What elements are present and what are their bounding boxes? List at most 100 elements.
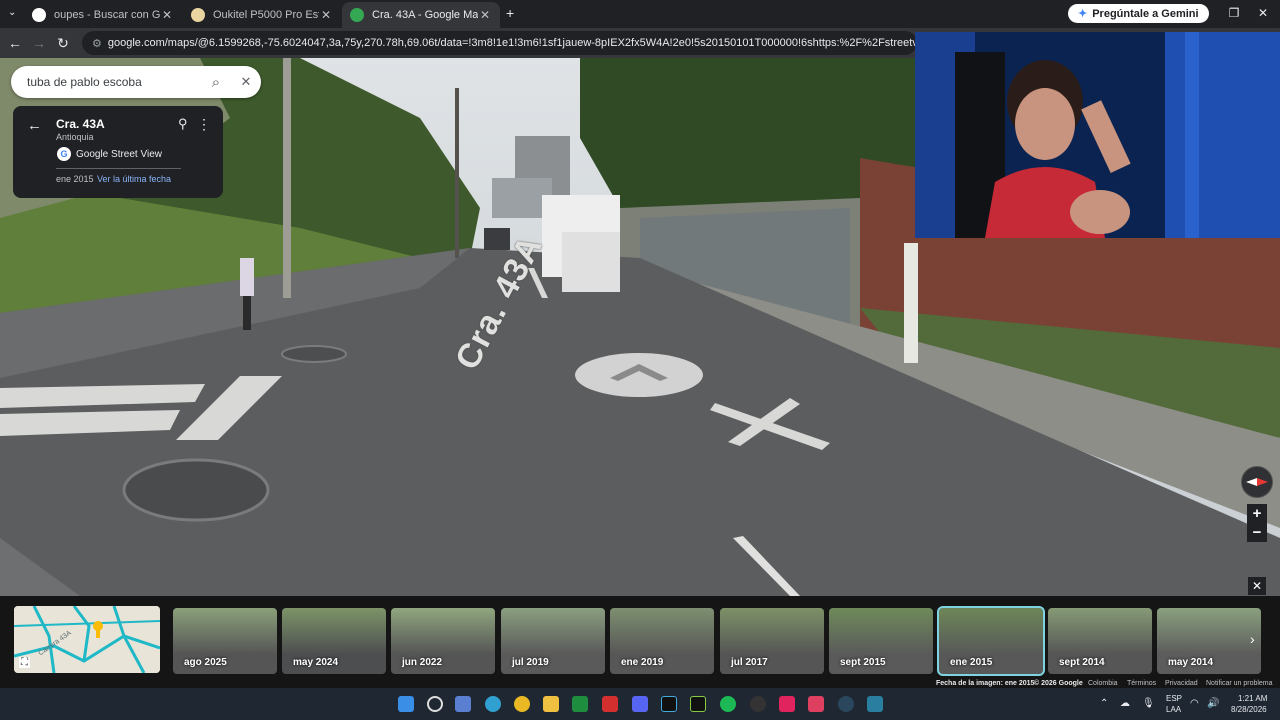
thumb-date: may 2014: [1168, 657, 1214, 668]
site-favicon-icon: [191, 8, 205, 22]
back-button[interactable]: ←: [6, 34, 24, 52]
tab-title: Cra. 43A - Google Maps: [372, 9, 478, 21]
minimap[interactable]: Carrera 43A ⛶: [14, 606, 160, 673]
microphone-icon[interactable]: 🎙: [1142, 698, 1155, 709]
file-explorer-icon[interactable]: [543, 696, 559, 712]
forward-button[interactable]: →: [30, 34, 48, 52]
location-card: ← Cra. 43A Antioquia ⚲ ⋮ G Google Street…: [13, 106, 223, 198]
divider: [56, 168, 181, 169]
language-indicator[interactable]: ESP: [1166, 694, 1182, 703]
tab-search-icon[interactable]: ⌄: [8, 7, 16, 18]
timeline-thumb[interactable]: sept 2015: [829, 608, 933, 674]
app-icon[interactable]: [690, 696, 706, 712]
language-layout[interactable]: LAA: [1166, 705, 1181, 714]
tab-google-maps[interactable]: Cra. 43A - Google Maps ✕: [342, 2, 500, 28]
acrobat-icon[interactable]: [602, 696, 618, 712]
edge-icon[interactable]: [485, 696, 501, 712]
restore-icon[interactable]: ❐: [1224, 6, 1244, 20]
search-icon[interactable]: [427, 696, 443, 712]
app-icon[interactable]: [808, 696, 824, 712]
privacy-link[interactable]: Privacidad: [1165, 680, 1198, 687]
search-box[interactable]: tuba de pablo escoba ⌕ ✕: [11, 66, 261, 98]
timeline-thumb[interactable]: jul 2019: [501, 608, 605, 674]
street-view-source: G Google Street View: [57, 147, 162, 161]
chrome-icon[interactable]: [514, 696, 530, 712]
wifi-icon[interactable]: ◠: [1190, 698, 1199, 709]
more-options-icon[interactable]: ⋮: [197, 116, 211, 133]
chevron-up-icon[interactable]: ⌃: [1100, 698, 1108, 709]
tiktok-icon[interactable]: [779, 696, 795, 712]
webcam-overlay: [915, 32, 1280, 238]
discord-icon[interactable]: [632, 696, 648, 712]
country-link[interactable]: Colombia: [1088, 680, 1118, 687]
timeline-thumb[interactable]: jun 2022: [391, 608, 495, 674]
expand-icon[interactable]: ⛶: [19, 657, 30, 668]
close-timeline-button[interactable]: ✕: [1248, 577, 1266, 595]
capture-date: ene 2015: [56, 174, 94, 184]
report-link[interactable]: Notificar un problema: [1206, 680, 1273, 687]
google-logo-icon: G: [57, 147, 71, 161]
site-info-icon[interactable]: ⚙: [92, 37, 102, 50]
close-icon[interactable]: ✕: [160, 8, 174, 22]
minimap-image: [14, 606, 160, 673]
back-arrow-icon[interactable]: ←: [27, 117, 42, 134]
address-bar[interactable]: ⚙ google.com/maps/@6.1599268,-75.6024047…: [82, 31, 917, 55]
timeline-thumb[interactable]: may 2024: [282, 608, 386, 674]
timeline-thumb[interactable]: may 2014: [1157, 608, 1261, 674]
clock-time[interactable]: 1:21 AM: [1238, 694, 1267, 703]
thumb-date: ene 2019: [621, 657, 664, 668]
clock-date[interactable]: 8/28/2026: [1231, 705, 1267, 714]
timeline-thumb[interactable]: sept 2014: [1048, 608, 1152, 674]
timeline-thumb[interactable]: jul 2017: [720, 608, 824, 674]
timeline-thumb-selected[interactable]: ene 2015: [937, 606, 1045, 676]
gemini-icon: ✦: [1078, 8, 1088, 20]
thumb-date: jul 2017: [731, 657, 768, 668]
zoom-in-button[interactable]: +: [1247, 504, 1267, 523]
gemini-button[interactable]: ✦ Pregúntale a Gemini: [1068, 4, 1209, 23]
close-icon[interactable]: ✕: [319, 8, 333, 22]
new-tab-button[interactable]: +: [506, 5, 514, 21]
windows-taskbar: ⌃ ☁ 🎙 ESP LAA ◠ 🔊 1:21 AM 8/28/2026: [0, 688, 1280, 720]
timeline-thumb[interactable]: ago 2025: [173, 608, 277, 674]
terms-link[interactable]: Términos: [1127, 680, 1156, 687]
gemini-label: Pregúntale a Gemini: [1092, 7, 1199, 20]
widgets-icon[interactable]: [455, 696, 471, 712]
source-label: Google Street View: [76, 148, 162, 160]
volume-icon[interactable]: 🔊: [1207, 698, 1219, 709]
search-input[interactable]: tuba de pablo escoba: [27, 75, 201, 89]
tab-google-search[interactable]: oupes - Buscar con Google ✕: [24, 2, 182, 28]
location-pin-icon[interactable]: ⚲: [178, 116, 188, 132]
maps-favicon-icon: [350, 8, 364, 22]
latest-date-link[interactable]: Ver la última fecha: [97, 174, 171, 184]
close-icon[interactable]: ✕: [231, 74, 261, 90]
thumb-date: jul 2019: [512, 657, 549, 668]
tab-title: oupes - Buscar con Google: [54, 9, 160, 21]
thumb-date: may 2024: [293, 657, 339, 668]
thumb-date: ene 2015: [950, 657, 993, 668]
thumb-date: sept 2015: [840, 657, 886, 668]
obs-icon[interactable]: [750, 696, 766, 712]
compass-icon[interactable]: [1241, 466, 1273, 498]
start-icon[interactable]: [398, 696, 414, 712]
tab-oukitel[interactable]: Oukitel P5000 Pro Estación Ene ✕: [183, 2, 341, 28]
app-icon[interactable]: [867, 696, 883, 712]
network-icon[interactable]: ☁: [1120, 698, 1130, 709]
spotify-icon[interactable]: [720, 696, 736, 712]
timeline-strip: Carrera 43A ⛶ ago 2025 may 2024 jun 2022…: [0, 596, 1280, 688]
copyright-text: © 2026 Google: [1034, 680, 1083, 687]
reload-button[interactable]: ↻: [54, 34, 72, 52]
image-date-text: Fecha de la imagen: ene 2015: [936, 680, 1035, 687]
google-favicon-icon: [32, 8, 46, 22]
close-icon[interactable]: ✕: [478, 8, 492, 22]
excel-icon[interactable]: [572, 696, 588, 712]
thumb-date: ago 2025: [184, 657, 227, 668]
timeline-thumb[interactable]: ene 2019: [610, 608, 714, 674]
capcut-icon[interactable]: [661, 696, 677, 712]
steam-icon[interactable]: [838, 696, 854, 712]
window-close-icon[interactable]: ✕: [1253, 6, 1273, 20]
zoom-out-button[interactable]: −: [1247, 523, 1267, 542]
thumb-date: sept 2014: [1059, 657, 1105, 668]
location-title: Cra. 43A: [56, 117, 105, 131]
search-icon[interactable]: ⌕: [201, 74, 231, 91]
chevron-right-icon[interactable]: ›: [1250, 631, 1255, 647]
